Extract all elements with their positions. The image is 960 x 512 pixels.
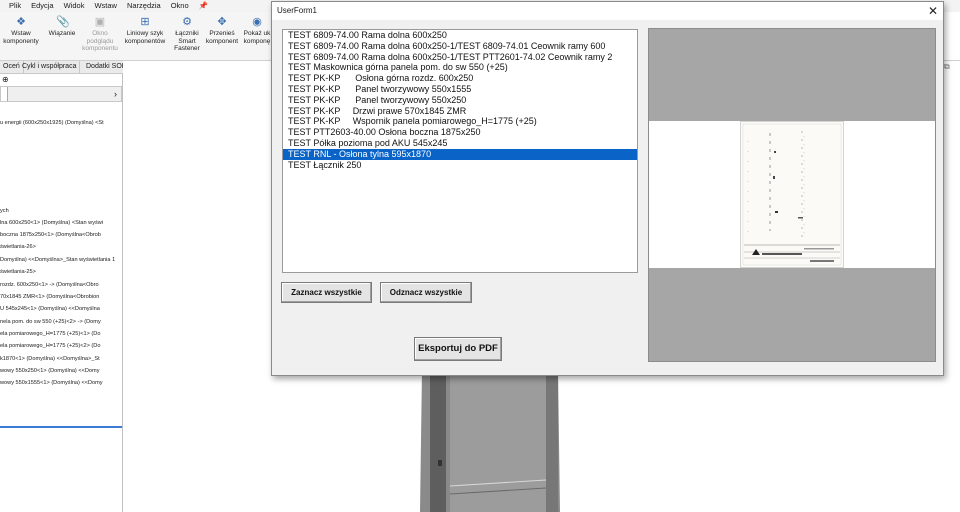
select-all-button[interactable]: Zaznacz wszystkie (281, 282, 372, 303)
tree-item[interactable]: ela pomiarowego_H=1775 (+25)<2> (Do (0, 342, 100, 350)
tree-item[interactable]: lna 600x250<1> (Domyślna) <Stan wyświ (0, 219, 103, 227)
mate-button[interactable]: 📎 Wiązanie (41, 16, 83, 38)
drawing-preview (648, 28, 936, 362)
dialog-titlebar[interactable]: UserForm1 ✕ (272, 2, 943, 20)
move-component-icon: ✥ (217, 16, 227, 28)
deselect-all-button[interactable]: Odznacz wszystkie (380, 282, 472, 303)
tree-item[interactable]: 70x1845 ZMR<1> (Domyślna<Obrobion (0, 293, 99, 301)
tree-item[interactable]: świetlania-26> (0, 243, 36, 251)
smart-fastener-icon: ⚙ (182, 16, 192, 28)
list-item[interactable]: TEST Łącznik 250 (283, 160, 637, 171)
tree-item[interactable]: świetlania-25> (0, 268, 36, 276)
insert-components-button[interactable]: ❖ Wstaw komponenty (0, 16, 42, 45)
preview-sheet (649, 121, 935, 268)
show-hidden-label: Pokaż uk komponę (243, 30, 271, 45)
insert-components-icon: ❖ (16, 16, 26, 28)
drawing-thumbnail (740, 121, 844, 268)
smart-fastener-label: Łączniki Smart Fastener (174, 30, 200, 52)
tree-item[interactable]: nela pom. do sw 550 (+25)<2> -> (Domy (0, 318, 101, 326)
insert-components-label: Wstaw komponenty (3, 30, 39, 45)
tree-item[interactable]: k1870<1> (Domyślna) <<Domyślna>_St (0, 355, 100, 363)
list-item[interactable]: TEST PK-KP Panel tworzywowy 550x250 (283, 95, 637, 106)
feature-manager-tree: ⊕ › u energii (600x250x1925) (Domyślna) … (0, 74, 123, 512)
tree-item[interactable]: u energii (600x250x1925) (Domyślna) <St (0, 119, 104, 127)
tree-item[interactable]: wowy 550x1555<1> (Domyślna) <<Domy (0, 379, 103, 387)
show-hidden-button[interactable]: ◉ Pokaż uk komponę (240, 16, 274, 45)
linear-pattern-icon: ⊞ (140, 16, 150, 28)
menu-okno[interactable]: Okno (171, 0, 189, 12)
tree-selection-line (0, 426, 122, 428)
tree-item[interactable]: rozdz. 600x250<1> -> (Domyślna<Obro (0, 281, 99, 289)
mate-icon: 📎 (56, 16, 70, 28)
menu-narzedzia[interactable]: Narzędzia (127, 0, 161, 12)
menu-widok[interactable]: Widok (64, 0, 85, 12)
move-component-label: Przenieś komponent (205, 30, 239, 45)
settings-icon[interactable]: ⊕ (2, 75, 9, 84)
tree-item[interactable]: boczna 1875x250<1> (Domyślna<Obrob (0, 231, 101, 239)
tree-item[interactable]: U 545x245<1> (Domyślna) <<Domyślna (0, 305, 100, 313)
export-pdf-button[interactable]: Eksportuj do PDF (414, 337, 502, 361)
tree-filter-bar[interactable]: › (0, 86, 122, 102)
chevron-right-icon[interactable]: › (114, 87, 117, 101)
filter-box[interactable] (1, 87, 8, 101)
show-hidden-icon: ◉ (252, 16, 262, 28)
close-icon[interactable]: ✕ (925, 3, 941, 19)
userform-dialog: UserForm1 ✕ TEST 6809-74.00 Rama dolna 6… (271, 1, 944, 376)
tree-toolbar: ⊕ (0, 74, 122, 86)
menu-plik[interactable]: Plik (9, 0, 21, 12)
list-item[interactable]: TEST PK-KP Wspornik panela pomiarowego_H… (283, 116, 637, 127)
tree-item[interactable]: wowy 550x250<1> (Domyślna) <<Domy (0, 367, 100, 375)
tree-item[interactable]: Domyślna) <<Domyślna>_Stan wyświetlania … (0, 256, 115, 264)
pin-icon[interactable]: 📌 (199, 0, 208, 12)
linear-pattern-label: Liniowy szyk komponentów (124, 30, 166, 45)
list-item[interactable]: TEST PK-KP Panel tworzywowy 550x1555 (283, 84, 637, 95)
dialog-title: UserForm1 (277, 6, 318, 15)
list-item[interactable]: TEST Maskownica górna panela pom. do sw … (283, 62, 637, 73)
list-item-selected[interactable]: TEST RNL - Osłona tylna 595x1870 (283, 148, 637, 160)
list-item[interactable]: TEST PK-KP Osłona górna rozdz. 600x250 (283, 73, 637, 84)
list-item[interactable]: TEST PTT2603-40.00 Osłona boczna 1875x25… (283, 127, 637, 138)
list-item[interactable]: TEST 6809-74.00 Rama dolna 600x250 (283, 30, 637, 41)
list-item[interactable]: TEST Półka pozioma pod AKU 545x245 (283, 138, 637, 149)
mate-label: Wiązanie (48, 30, 76, 37)
tree-item[interactable]: ela pomiarowego_H=1775 (+25)<1> (Do (0, 330, 100, 338)
tree-item[interactable]: ych (0, 207, 9, 215)
parts-listbox[interactable]: TEST 6809-74.00 Rama dolna 600x250 TEST … (282, 29, 638, 273)
menu-edycja[interactable]: Edycja (31, 0, 54, 12)
list-item[interactable]: TEST 6809-74.00 Rama dolna 600x250-1/TES… (283, 52, 637, 63)
preview-window-label: Okno podglądu komponentu (82, 30, 118, 52)
window-restore-icon[interactable]: ⧉ (944, 62, 960, 76)
preview-window-icon: ▣ (94, 16, 106, 28)
list-item[interactable]: TEST PK-KP Drzwi prawe 570x1845 ZMR (283, 106, 637, 117)
preview-window-button[interactable]: ▣ Okno podglądu komponentu (79, 16, 121, 53)
tab-cykl-wspolpraca[interactable]: Cykl i współpraca (19, 61, 81, 73)
menu-wstaw[interactable]: Wstaw (94, 0, 117, 12)
linear-pattern-button[interactable]: ⊞ Liniowy szyk komponentów (124, 16, 166, 45)
ribbon-toolbar: ❖ Wstaw komponenty 📎 Wiązanie ▣ Okno pod… (0, 12, 275, 60)
move-component-button[interactable]: ✥ Przenieś komponent (201, 16, 243, 45)
3d-cabinet-model (420, 370, 560, 512)
list-item[interactable]: TEST 6809-74.00 Rama dolna 600x250-1/TES… (283, 41, 637, 52)
